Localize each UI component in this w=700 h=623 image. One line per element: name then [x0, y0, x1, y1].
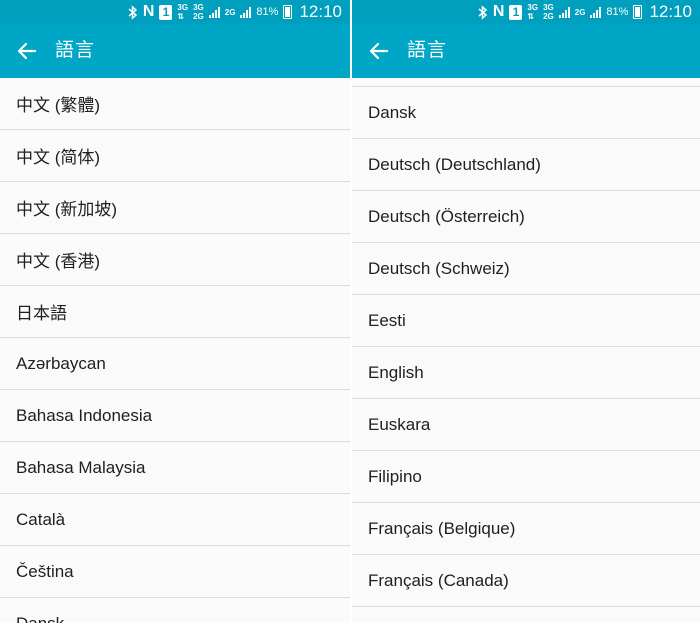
clock: 12:10 [649, 2, 692, 21]
battery-icon [283, 5, 293, 19]
network-3g2g-indicator: 3G 2G [193, 3, 204, 21]
signal-bars-icon [590, 6, 602, 18]
network-2g-label: 2G [574, 7, 586, 17]
language-list: Dansk Deutsch (Deutschland) Deutsch (Öst… [352, 86, 700, 623]
bluetooth-icon [478, 4, 487, 20]
network-2g-label: 2G [224, 7, 236, 17]
nfc-icon: N [142, 3, 155, 20]
status-bar: N 1 3G ⇅ 3G 2G 2G 81% 12:10 [0, 0, 350, 24]
bluetooth-icon [128, 4, 137, 20]
language-item[interactable]: 中文 (香港) [0, 234, 350, 286]
status-bar: N 1 3G ⇅ 3G 2G 2G 81% 12:10 [352, 0, 700, 24]
language-item[interactable]: Bahasa Malaysia [0, 442, 350, 494]
language-item[interactable]: English [352, 347, 700, 399]
data-arrows-icon: ⇅ [177, 12, 185, 21]
language-screen-left: N 1 3G ⇅ 3G 2G 2G 81% 12:10 語言 中文 (繁體) 中文 … [0, 0, 350, 623]
language-item[interactable]: 中文 (新加坡) [0, 182, 350, 234]
language-item[interactable]: Filipino [352, 451, 700, 503]
language-screen-right: N 1 3G ⇅ 3G 2G 2G 81% 12:10 語言 Dansk Deuts… [352, 0, 700, 623]
status-icons: N 1 3G ⇅ 3G 2G 2G 81% 12:10 [478, 0, 692, 24]
network-3g2g-indicator: 3G 2G [543, 3, 554, 21]
clock: 12:10 [299, 2, 342, 21]
data-arrows-icon: ⇅ [527, 12, 535, 21]
network-3g-indicator: 3G ⇅ [527, 3, 539, 21]
language-item[interactable]: Català [0, 494, 350, 546]
language-item[interactable]: 中文 (繁體) [0, 78, 350, 130]
language-item[interactable]: Euskara [352, 399, 700, 451]
page-title: 語言 [407, 40, 448, 61]
battery-percent: 81% [606, 6, 629, 18]
language-item[interactable]: 日本語 [0, 286, 350, 338]
page-title: 語言 [55, 40, 96, 61]
language-item[interactable]: Bahasa Indonesia [0, 390, 350, 442]
nfc-icon: N [492, 3, 505, 20]
app-bar: 語言 [0, 24, 350, 78]
sim-slot-icon: 1 [159, 4, 173, 20]
network-3g-indicator: 3G ⇅ [177, 3, 189, 21]
language-item[interactable]: 中文 (简体) [0, 130, 350, 182]
battery-percent: 81% [256, 6, 279, 18]
app-bar: 語言 [352, 24, 700, 78]
back-arrow-icon[interactable] [366, 38, 392, 64]
language-item[interactable]: Čeština [0, 546, 350, 598]
language-item[interactable]: Deutsch (Österreich) [352, 191, 700, 243]
sim-slot-icon: 1 [509, 4, 523, 20]
language-list: 中文 (繁體) 中文 (简体) 中文 (新加坡) 中文 (香港) 日本語 Azə… [0, 78, 350, 623]
language-item[interactable]: Dansk [0, 598, 350, 623]
signal-bars-icon [558, 6, 570, 18]
language-item[interactable]: Eesti [352, 295, 700, 347]
back-arrow-icon[interactable] [14, 38, 40, 64]
signal-bars-icon [208, 6, 220, 18]
language-item[interactable]: Deutsch (Schweiz) [352, 243, 700, 295]
language-item[interactable]: Français (Belgique) [352, 503, 700, 555]
language-item[interactable]: Français (Canada) [352, 555, 700, 607]
signal-bars-icon [240, 6, 252, 18]
language-item[interactable]: Azərbaycan [0, 338, 350, 390]
language-item[interactable]: Deutsch (Deutschland) [352, 139, 700, 191]
battery-icon [633, 5, 643, 19]
language-item[interactable]: Dansk [352, 87, 700, 139]
status-icons: N 1 3G ⇅ 3G 2G 2G 81% 12:10 [128, 0, 342, 24]
